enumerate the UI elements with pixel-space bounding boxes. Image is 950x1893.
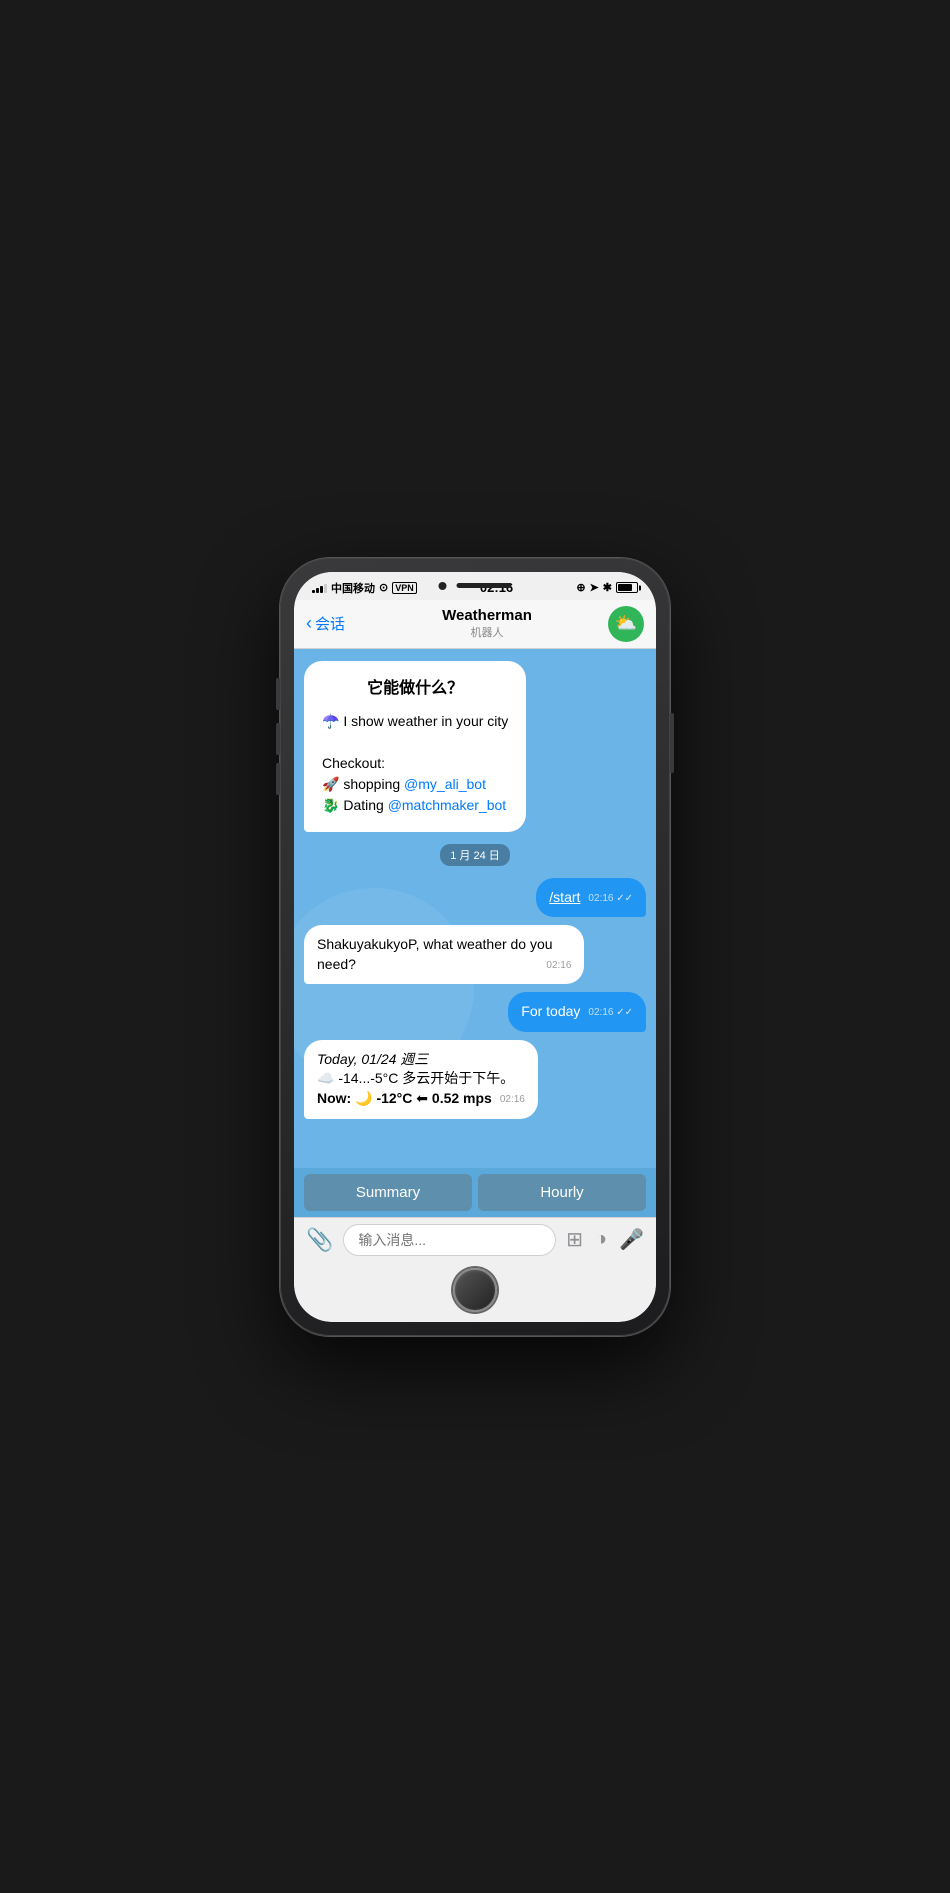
phone-frame: 中国移动 ⊙ VPN 02:16 ⊕ ➤ ✱ ‹ 会话 — [280, 558, 670, 1336]
speaker — [457, 583, 512, 588]
bot-avatar-icon: ⛅ — [615, 613, 637, 634]
vpn-badge: VPN — [392, 582, 417, 594]
moon-emoji: 🌙 — [355, 1090, 372, 1106]
battery-icon — [616, 582, 638, 593]
carrier-name: 中国移动 — [331, 580, 375, 596]
user-msg2-time: 02:16 ✓✓ — [588, 1006, 633, 1020]
user-msg1-time: 02:16 ✓✓ — [588, 892, 633, 906]
bot-reply2-now-line: Now: 🌙 -12°C ⬅ 0.52 mps 02:16 — [317, 1089, 525, 1109]
user-msg1-bubble: /start 02:16 ✓✓ — [536, 878, 646, 918]
wifi-icon: ⊙ — [379, 581, 388, 594]
message-input[interactable] — [343, 1224, 556, 1256]
chat-subtitle: 机器人 — [471, 624, 504, 640]
bot-reply2-wrap: Today, 01/24 週三 ☁️ -14...-5°C 多云开始于下午。 N… — [304, 1040, 646, 1119]
intro-title: 它能做什么？ — [322, 677, 508, 701]
signal-bar-2 — [316, 588, 319, 593]
user-msg1-text: /start — [549, 889, 580, 905]
user-msg1-time-val: 02:16 — [588, 893, 613, 904]
phone-top-decorations — [439, 582, 512, 590]
lock-icon: ⊕ — [576, 581, 585, 594]
intro-line1-text: I show weather in your city — [339, 713, 508, 729]
back-chevron-icon: ‹ — [306, 613, 312, 634]
bluetooth-icon: ✱ — [603, 581, 612, 594]
phone-screen: 中国移动 ⊙ VPN 02:16 ⊕ ➤ ✱ ‹ 会话 — [294, 572, 656, 1322]
summary-button[interactable]: Summary — [304, 1174, 472, 1211]
signal-bar-1 — [312, 590, 315, 593]
umbrella-emoji: ☂️ — [322, 713, 339, 729]
user-msg2-time-val: 02:16 — [588, 1007, 613, 1018]
bot-reply1-time: 02:16 — [546, 959, 571, 973]
dating-text: Dating — [339, 797, 387, 813]
location-icon: ➤ — [590, 581, 599, 594]
bot-reply1-bubble: ShakuyakukyoP, what weather do you need?… — [304, 925, 584, 984]
battery-fill — [618, 584, 632, 591]
user-msg1-wrap: /start 02:16 ✓✓ — [304, 878, 646, 918]
screen-content: 中国移动 ⊙ VPN 02:16 ⊕ ➤ ✱ ‹ 会话 — [294, 572, 656, 1322]
navigation-bar: ‹ 会话 Weatherman 机器人 ⛅ — [294, 600, 656, 649]
bot-reply2-time: 02:16 — [500, 1093, 525, 1107]
user-msg2-text: For today — [521, 1003, 580, 1019]
quick-replies-bar: Summary Hourly — [294, 1168, 656, 1217]
sticker-button[interactable]: ⊞ — [564, 1225, 585, 1254]
emoji-button[interactable]: ◑ — [593, 1226, 609, 1253]
hourly-button[interactable]: Hourly — [478, 1174, 646, 1211]
status-left: 中国移动 ⊙ VPN — [312, 580, 417, 596]
chat-area: 它能做什么？ ☂️ I show weather in your city Ch… — [294, 649, 656, 1168]
intro-shopping-line: 🚀 shopping @my_ali_bot — [322, 774, 508, 795]
rocket-emoji: 🚀 — [322, 776, 339, 792]
attach-button[interactable]: 📎 — [304, 1225, 335, 1255]
double-check-1: ✓✓ — [616, 893, 633, 904]
back-label: 会话 — [315, 613, 345, 634]
bot-reply1-wrap: ShakuyakukyoP, what weather do you need?… — [304, 925, 646, 984]
intro-line1: ☂️ I show weather in your city — [322, 711, 508, 732]
input-bar: 📎 ⊞ ◑ 🎤 — [294, 1217, 656, 1262]
intro-dating-line: 🐉 Dating @matchmaker_bot — [322, 795, 508, 816]
signal-bar-3 — [320, 586, 323, 593]
now-label: Now: — [317, 1090, 351, 1106]
signal-bar-4 — [324, 584, 327, 593]
intro-message-wrap: 它能做什么？ ☂️ I show weather in your city Ch… — [304, 661, 646, 832]
front-camera — [439, 582, 447, 590]
bot-reply2-date-line: Today, 01/24 週三 — [317, 1050, 525, 1070]
dragon-emoji: 🐉 — [322, 797, 339, 813]
now-wind: 0.52 mps — [432, 1090, 492, 1106]
bot-reply2-temp-line: ☁️ -14...-5°C 多云开始于下午。 — [317, 1069, 525, 1089]
bot-reply2-bubble: Today, 01/24 週三 ☁️ -14...-5°C 多云开始于下午。 N… — [304, 1040, 538, 1119]
signal-bars — [312, 583, 327, 593]
home-button[interactable] — [453, 1268, 497, 1312]
shopping-text: shopping — [339, 776, 404, 792]
bot-reply1-text: ShakuyakukyoP, what weather do you need? — [317, 936, 553, 972]
back-button[interactable]: ‹ 会话 — [306, 613, 366, 634]
mic-button[interactable]: 🎤 — [617, 1225, 646, 1254]
intro-bubble: 它能做什么？ ☂️ I show weather in your city Ch… — [304, 661, 526, 832]
home-button-area — [294, 1262, 656, 1322]
intro-checkout: Checkout: — [322, 753, 508, 774]
user-msg2-wrap: For today 02:16 ✓✓ — [304, 992, 646, 1032]
chat-title: Weatherman — [442, 607, 532, 624]
dating-link[interactable]: @matchmaker_bot — [388, 797, 506, 813]
bot-reply2-date: Today, 01/24 週三 — [317, 1051, 428, 1067]
user-msg2-bubble: For today 02:16 ✓✓ — [508, 992, 646, 1032]
shopping-link[interactable]: @my_ali_bot — [404, 776, 486, 792]
status-right: ⊕ ➤ ✱ — [576, 581, 638, 594]
bot-avatar[interactable]: ⛅ — [608, 606, 644, 642]
double-check-2: ✓✓ — [616, 1007, 633, 1018]
date-divider: 1 月 24 日 — [440, 844, 510, 866]
nav-title-area: Weatherman 机器人 — [366, 607, 608, 640]
now-temp: -12°C — [376, 1090, 412, 1106]
arrow-emoji: ⬅ — [416, 1090, 428, 1106]
